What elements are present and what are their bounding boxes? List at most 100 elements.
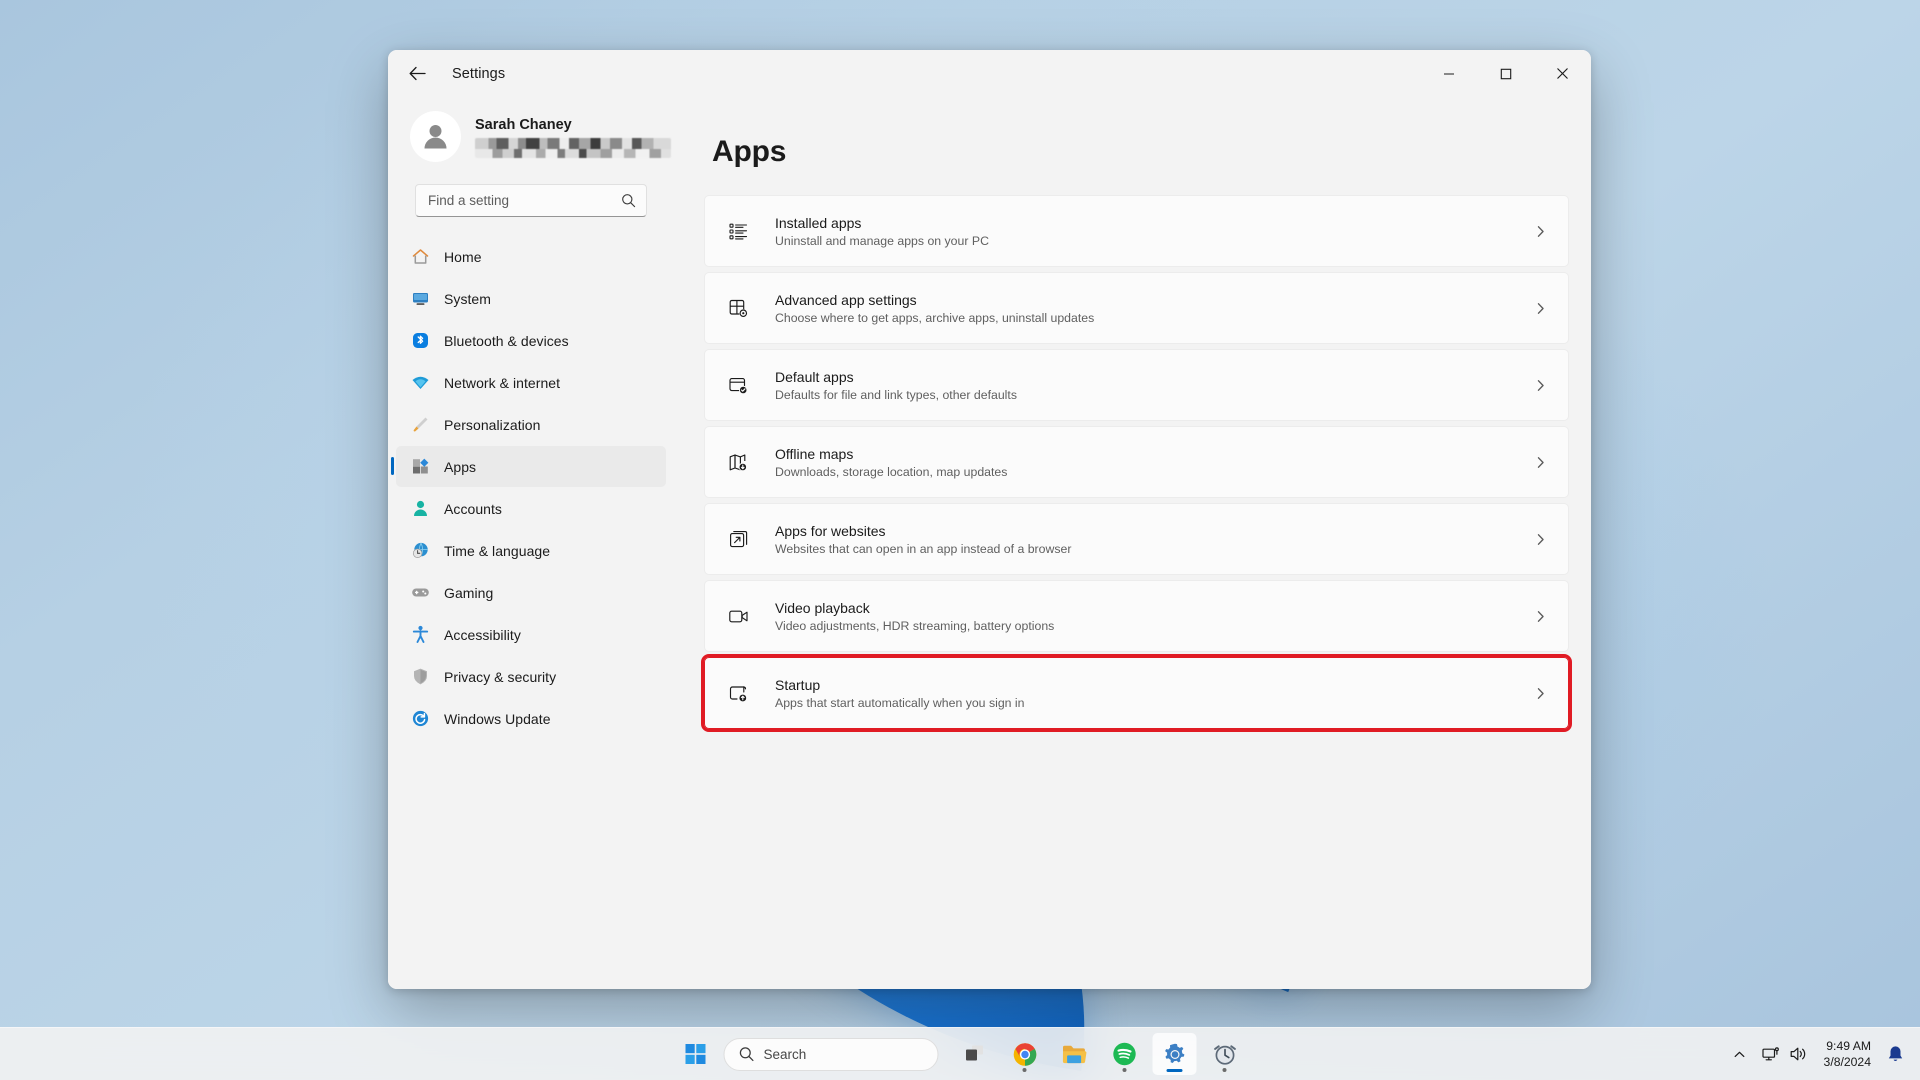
file-explorer-button[interactable] [1053,1033,1097,1075]
sidebar-search [388,172,674,225]
chevron-right-icon [1528,687,1552,700]
system-tray: 9:49 AM 3/8/2024 [1727,1028,1910,1080]
window-controls [1420,50,1591,97]
clock-time: 9:49 AM [1826,1038,1871,1053]
account-email-redacted [475,138,671,158]
chevron-right-icon [1528,533,1552,546]
sidebar-item-label: System [444,290,491,307]
settings-taskbar-button[interactable] [1152,1033,1197,1075]
spotify-button[interactable] [1103,1033,1147,1075]
account-name: Sarah Chaney [475,117,572,133]
sidebar-item-apps[interactable]: Apps [391,446,666,487]
card-advanced-app-settings[interactable]: Advanced app settings Choose where to ge… [704,272,1569,344]
shield-icon [410,667,430,687]
window-title: Settings [452,65,506,82]
card-video-playback[interactable]: Video playback Video adjustments, HDR st… [704,580,1569,652]
close-button[interactable] [1534,50,1591,97]
windows-logo-icon [685,1044,706,1064]
folder-icon [1062,1045,1087,1063]
sidebar-item-label: Personalization [444,416,541,433]
card-title: Installed apps [775,214,862,231]
card-title: Startup [775,676,821,693]
list-icon [725,221,752,242]
sidebar-item-system[interactable]: System [396,278,666,319]
start-button[interactable] [674,1033,718,1075]
title-bar: Settings [388,50,1591,97]
wifi-icon [410,373,430,393]
startup-icon [725,683,752,704]
tray-overflow-button[interactable] [1727,1035,1752,1073]
accessibility-icon [410,625,430,645]
clock-datetime[interactable]: 9:49 AM 3/8/2024 [1818,1038,1877,1071]
default-app-icon [725,375,752,396]
sidebar-item-label: Windows Update [444,710,551,727]
sidebar-item-personalization[interactable]: Personalization [396,404,666,445]
search-icon [739,1047,754,1062]
minimize-icon [1443,72,1454,75]
app-gear-icon [725,298,752,319]
running-indicator [1166,1069,1183,1072]
chevron-up-icon [1734,1051,1744,1057]
account-icon [410,499,430,519]
notification-button[interactable] [1881,1035,1910,1073]
sidebar-item-time-language[interactable]: Time & language [396,530,666,571]
card-subtitle: Choose where to get apps, archive apps, … [775,310,1095,325]
taskbar-center-group: Search [674,1028,1247,1080]
search-box[interactable] [415,184,647,217]
close-icon [1557,68,1568,79]
chevron-right-icon [1528,379,1552,392]
card-title: Apps for websites [775,522,886,539]
chevron-right-icon [1528,456,1552,469]
card-subtitle: Defaults for file and link types, other … [775,387,1017,402]
card-installed-apps[interactable]: Installed apps Uninstall and manage apps… [704,195,1569,267]
sidebar-item-label: Home [444,248,482,265]
page-title: Apps [712,135,787,168]
search-input[interactable] [428,193,621,208]
taskview-button[interactable] [953,1033,997,1075]
account-section[interactable]: Sarah Chaney [388,97,674,172]
minimize-button[interactable] [1420,50,1477,97]
main-content: Apps Installed apps Uninstall and manage… [674,97,1591,989]
avatar [410,111,461,162]
network-volume-button[interactable] [1756,1035,1814,1073]
chevron-right-icon [1528,610,1552,623]
taskbar: Search 9:49 AM 3/8/2024 [0,1027,1920,1080]
gamepad-icon [410,583,430,603]
card-startup[interactable]: Startup Apps that start automatically wh… [701,654,1572,732]
sidebar-item-label: Gaming [444,584,494,601]
sidebar-item-accounts[interactable]: Accounts [396,488,666,529]
card-offline-maps[interactable]: Offline maps Downloads, storage location… [704,426,1569,498]
sidebar-item-label: Time & language [444,542,551,559]
system-icon [410,289,430,309]
sidebar-item-privacy-security[interactable]: Privacy & security [396,656,666,697]
sidebar-item-label: Privacy & security [444,668,557,685]
taskbar-search[interactable]: Search [723,1037,939,1071]
card-default-apps[interactable]: Default apps Defaults for file and link … [704,349,1569,421]
card-subtitle: Video adjustments, HDR streaming, batter… [775,618,1055,633]
external-link-icon [725,529,752,550]
sidebar: Sarah Chaney Find a setting Home System … [388,97,674,989]
sidebar-item-label: Bluetooth & devices [444,332,569,349]
sidebar-item-windows-update[interactable]: Windows Update [396,698,666,739]
sidebar-item-accessibility[interactable]: Accessibility [396,614,666,655]
video-icon [725,606,752,627]
sidebar-item-home[interactable]: Home [396,236,666,277]
map-download-icon [725,452,752,473]
sidebar-item-label: Apps [444,458,477,475]
sidebar-item-bluetooth-devices[interactable]: Bluetooth & devices [396,320,666,361]
paintbrush-icon [410,415,430,435]
clock-app-button[interactable] [1203,1033,1247,1075]
clock-date: 3/8/2024 [1823,1055,1871,1069]
sidebar-item-gaming[interactable]: Gaming [396,572,666,613]
gear-icon [1164,1043,1184,1063]
maximize-button[interactable] [1477,50,1534,97]
volume-icon [1790,1047,1805,1061]
chrome-button[interactable] [1003,1033,1047,1075]
back-button[interactable] [399,56,435,92]
sidebar-nav: Home System Bluetooth & devices Network … [388,225,674,740]
card-apps-for-websites[interactable]: Apps for websites Websites that can open… [704,503,1569,575]
sidebar-item-network-internet[interactable]: Network & internet [396,362,666,403]
card-title: Offline maps [775,445,854,462]
chrome-icon [1013,1042,1036,1066]
sidebar-item-label: Accessibility [444,626,521,643]
